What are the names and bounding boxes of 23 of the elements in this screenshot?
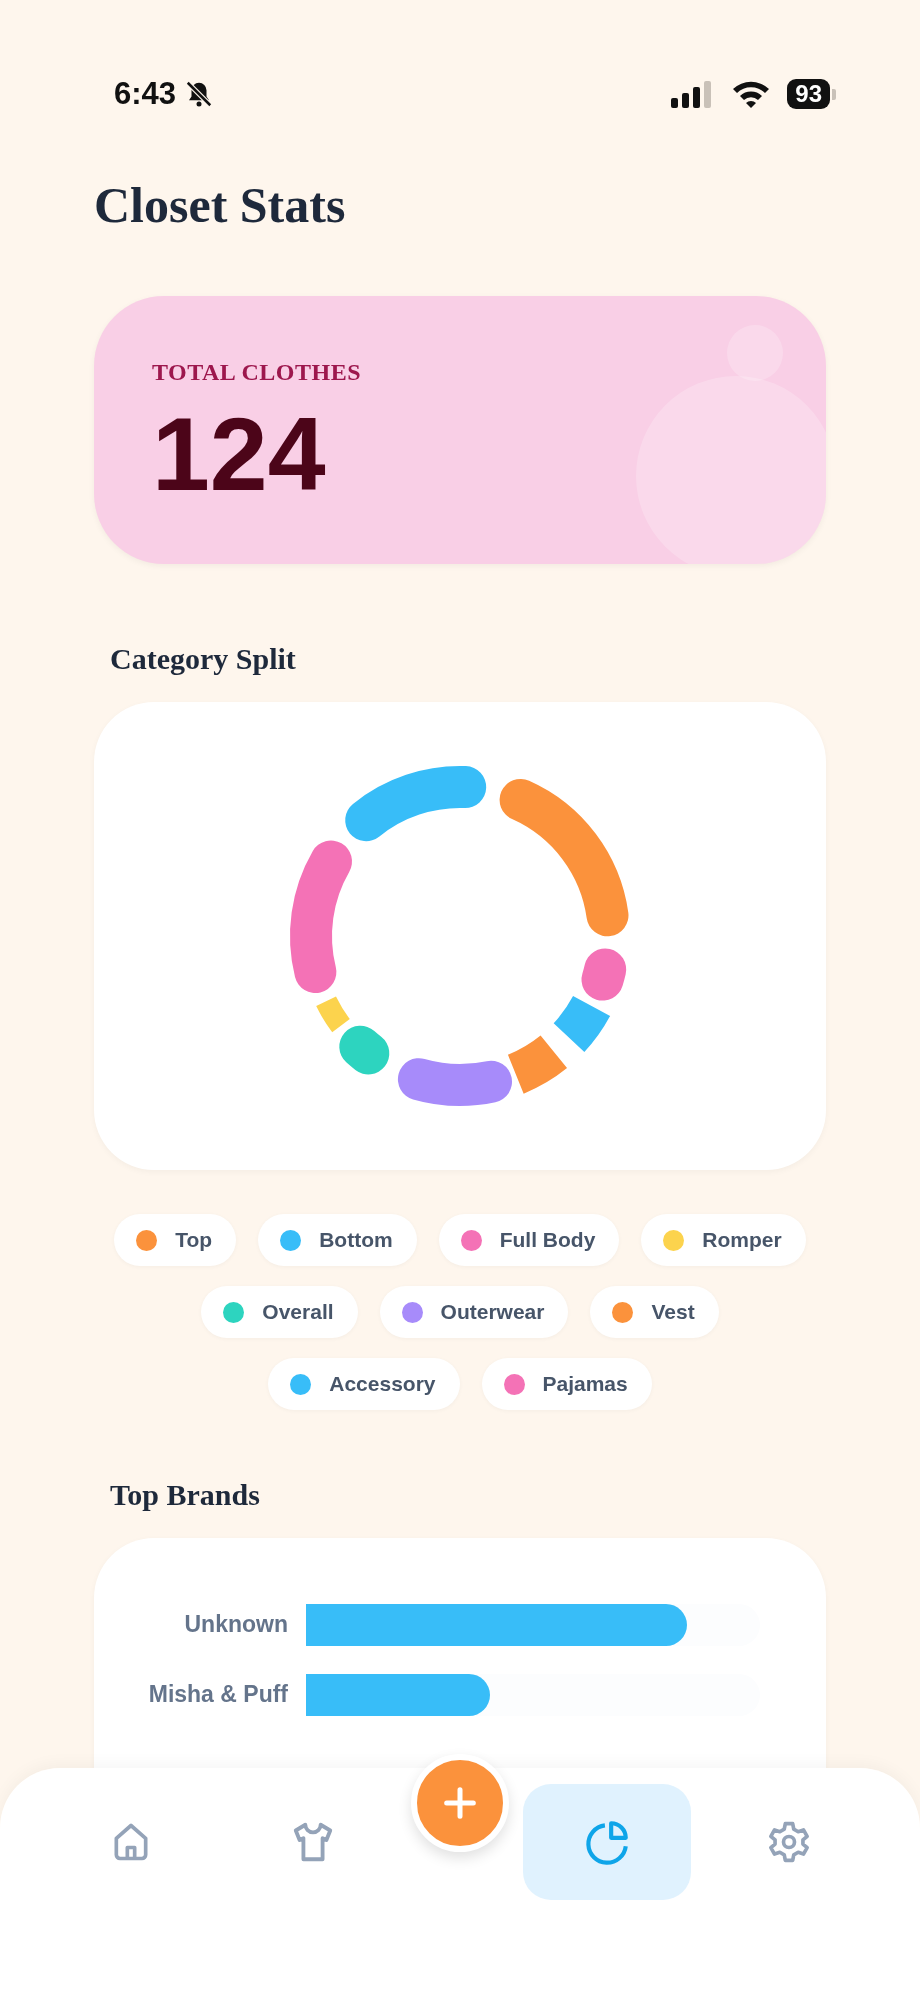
brand-name: Misha & Puff <box>147 1682 288 1708</box>
settings-icon <box>767 1820 811 1864</box>
section-heading: Top Brands <box>110 1480 261 1510</box>
legend-label: Vest <box>651 1299 695 1326</box>
legend-label: Romper <box>702 1227 782 1254</box>
legend-label: Outerwear <box>440 1299 545 1326</box>
stats-tab[interactable] <box>523 1784 691 1900</box>
wifi-icon <box>731 79 772 109</box>
status-time: 6:43 <box>114 74 177 113</box>
page-title: Closet Stats <box>94 180 347 230</box>
brand-name: Unknown <box>183 1612 288 1638</box>
total-label: TOTAL CLOTHES <box>152 358 363 387</box>
legend-label: Top <box>175 1227 213 1254</box>
legend-label: Bottom <box>319 1227 393 1254</box>
donut-segment <box>553 995 610 1052</box>
legend-label: Overall <box>262 1299 334 1326</box>
battery-indicator: 93 <box>787 79 836 109</box>
total-count: 124 <box>152 402 327 506</box>
section-heading: Category Split <box>110 644 297 674</box>
legend-label: Full Body <box>499 1227 596 1254</box>
donut-segment <box>581 948 627 1001</box>
legend-label: Accessory <box>329 1371 436 1398</box>
legend-label: Pajamas <box>542 1371 628 1398</box>
